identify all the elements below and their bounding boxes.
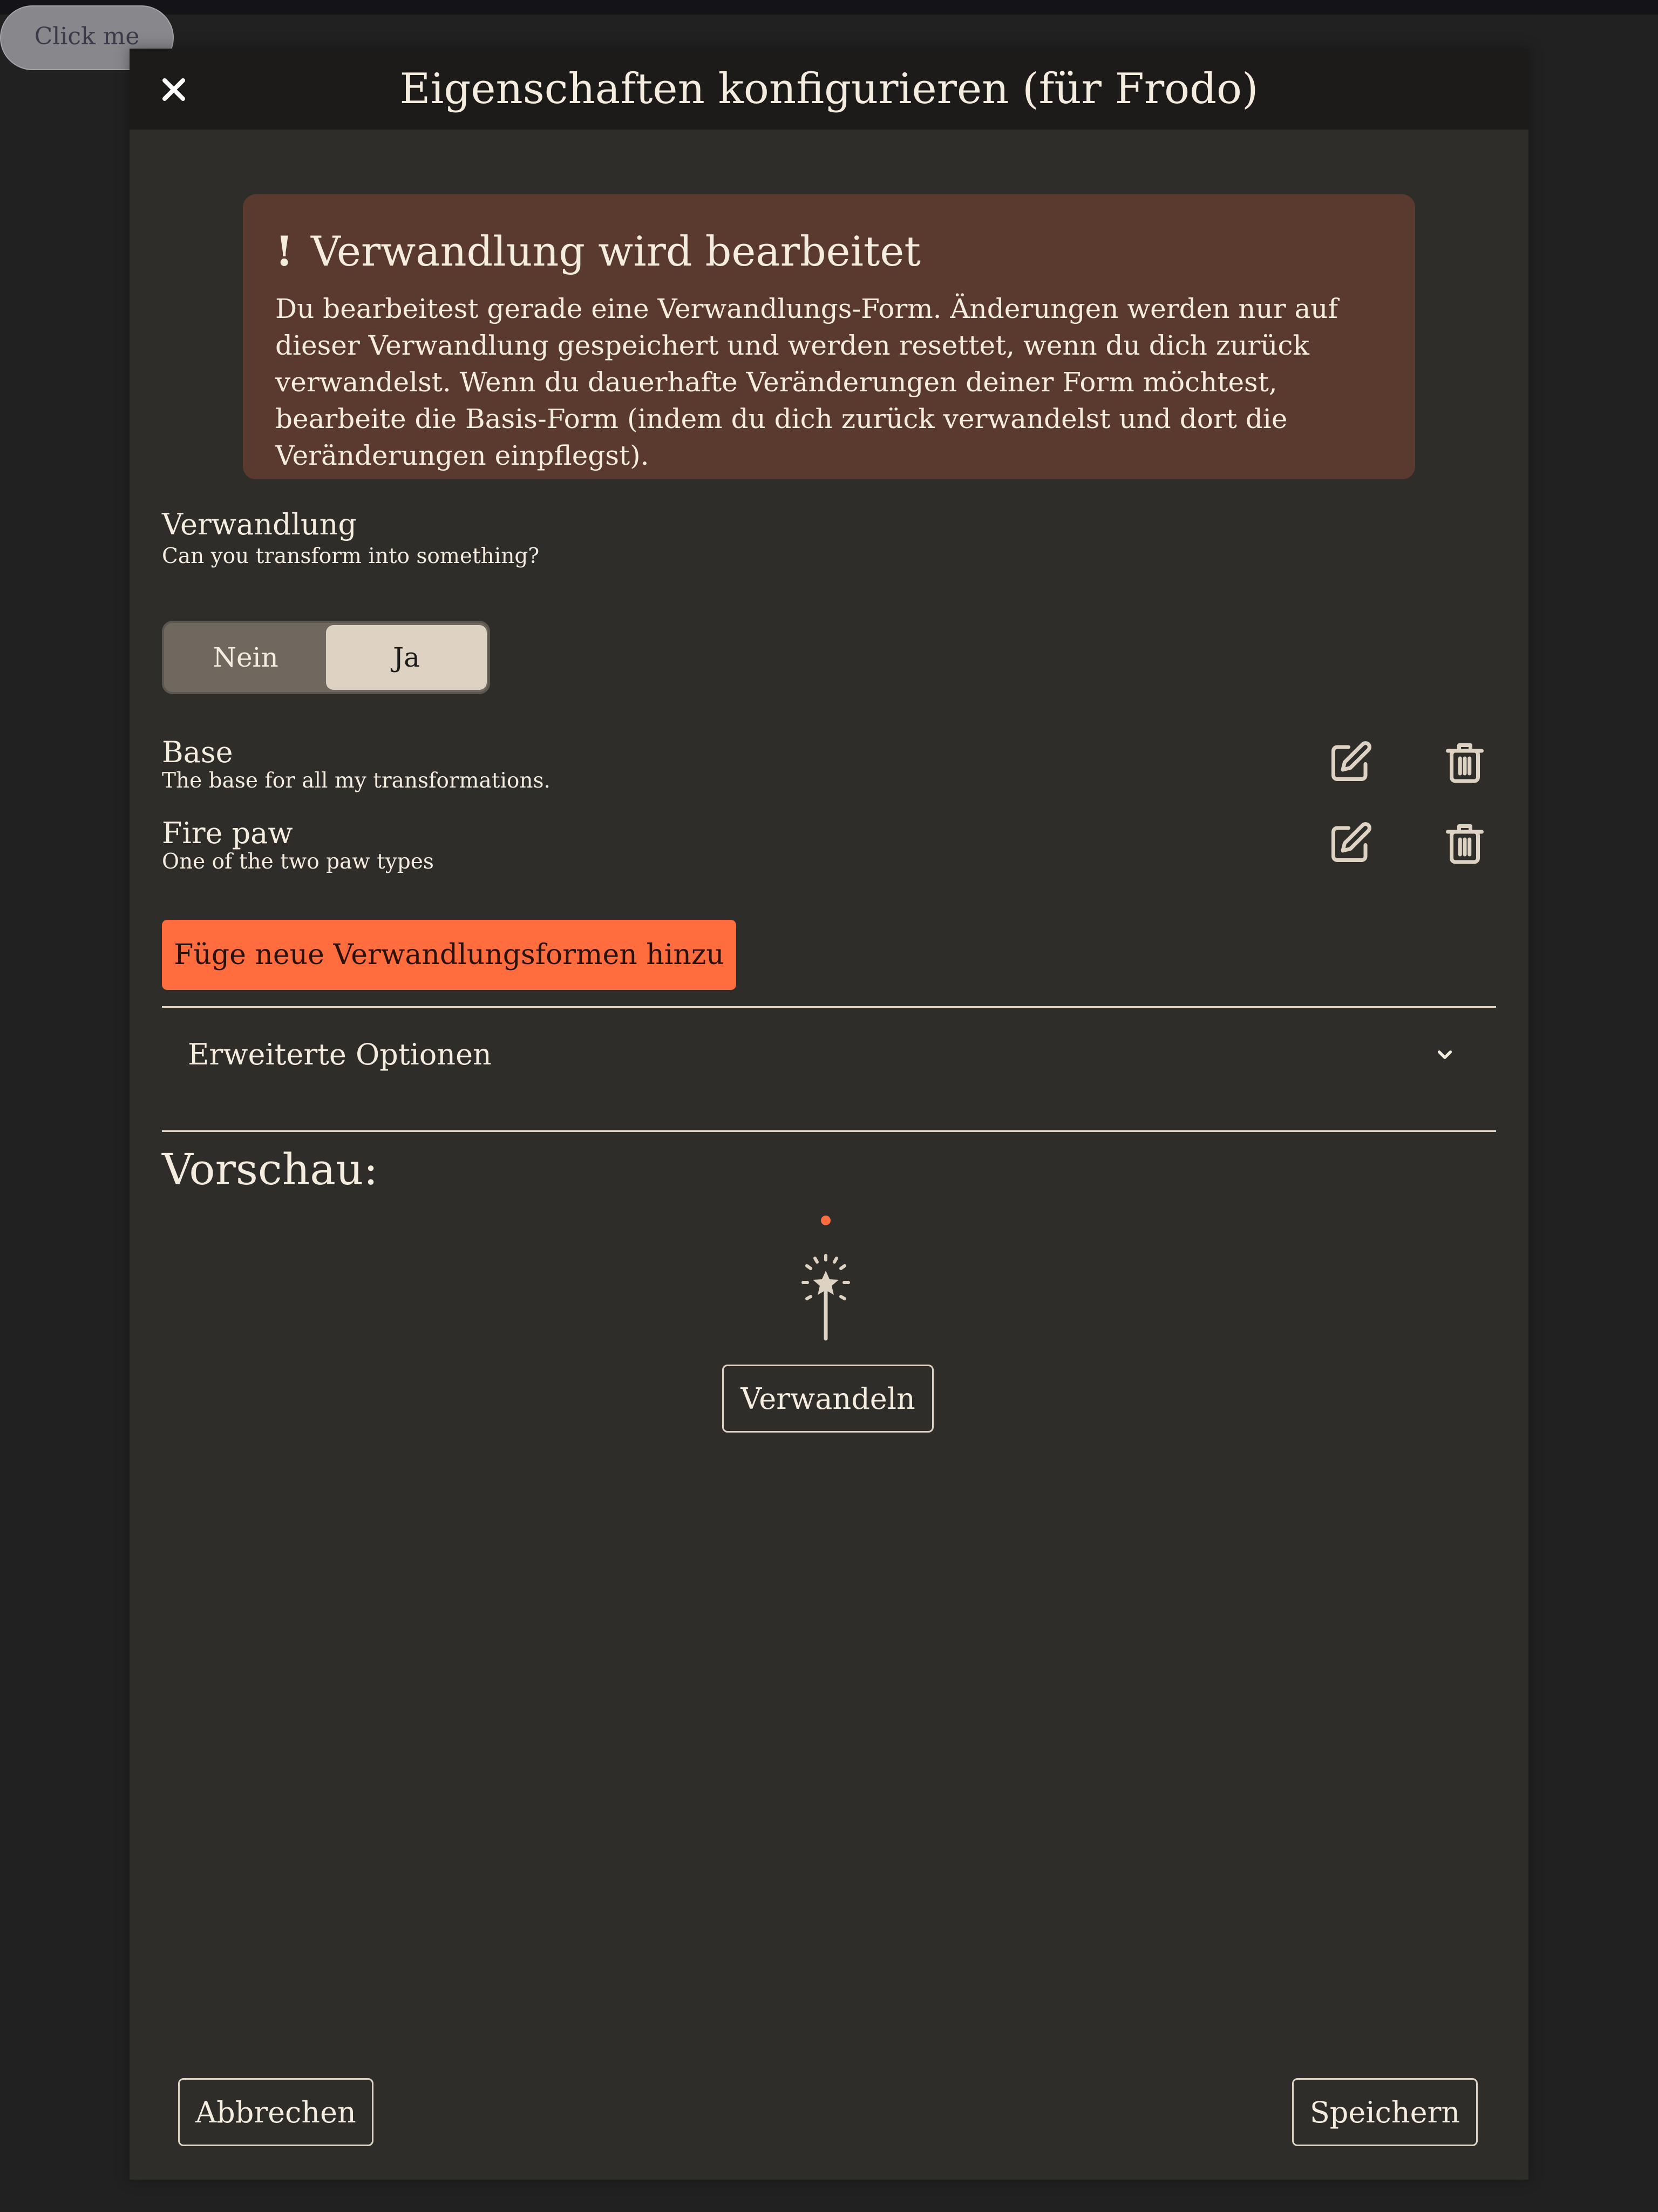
advanced-options-label: Erweiterte Optionen xyxy=(188,1037,492,1071)
trash-icon xyxy=(1446,824,1484,864)
edit-button[interactable] xyxy=(1323,735,1377,789)
warning-title: Verwandlung wird bearbeitet xyxy=(311,227,921,275)
toggle-option-nein[interactable]: Nein xyxy=(165,625,326,690)
warning-icon: ! xyxy=(275,227,294,275)
divider xyxy=(162,1130,1496,1132)
top-strip xyxy=(0,0,1658,15)
form-description: The base for all my transformations. xyxy=(162,769,551,793)
warning-text: Du bearbeitest gerade eine Verwandlungs-… xyxy=(275,293,1338,471)
form-name: Base xyxy=(162,735,233,769)
save-button[interactable]: Speichern xyxy=(1292,2078,1478,2146)
edit-icon xyxy=(1331,741,1371,781)
form-description: One of the two paw types xyxy=(162,850,434,874)
add-transformation-button[interactable]: Füge neue Verwandlungsformen hinzu xyxy=(162,920,736,990)
status-dot xyxy=(821,1216,831,1225)
transform-button[interactable]: Verwandeln xyxy=(722,1365,934,1433)
preview-title: Vorschau: xyxy=(162,1144,378,1195)
delete-button[interactable] xyxy=(1438,816,1492,870)
transformation-toggle: Nein Ja xyxy=(162,621,490,694)
close-button[interactable] xyxy=(152,68,195,111)
chevron-down-icon xyxy=(1437,1050,1452,1059)
edit-icon xyxy=(1331,822,1371,862)
transformation-label: Verwandlung xyxy=(162,507,357,541)
close-icon xyxy=(162,78,185,101)
toggle-option-ja[interactable]: Ja xyxy=(326,625,487,690)
trash-icon xyxy=(1446,743,1484,783)
form-row-fire-paw: Fire paw One of the two paw types xyxy=(162,816,1528,881)
edit-button[interactable] xyxy=(1323,816,1377,870)
cancel-button[interactable]: Abbrechen xyxy=(178,2078,373,2146)
delete-button[interactable] xyxy=(1438,735,1492,789)
dialog-title: Eigenschaften konfigurieren (für Frodo) xyxy=(399,65,1259,113)
advanced-options-toggle[interactable]: Erweiterte Optionen xyxy=(162,1007,1496,1107)
configure-properties-dialog: Eigenschaften konfigurieren (für Frodo) … xyxy=(130,49,1528,2180)
magic-wand-icon xyxy=(801,1254,850,1341)
transformation-warning: ! Verwandlung wird bearbeitet Du bearbei… xyxy=(243,194,1415,479)
transformation-sublabel: Can you transform into something? xyxy=(162,544,540,568)
form-name: Fire paw xyxy=(162,816,293,850)
form-row-base: Base The base for all my transformations… xyxy=(162,735,1528,800)
